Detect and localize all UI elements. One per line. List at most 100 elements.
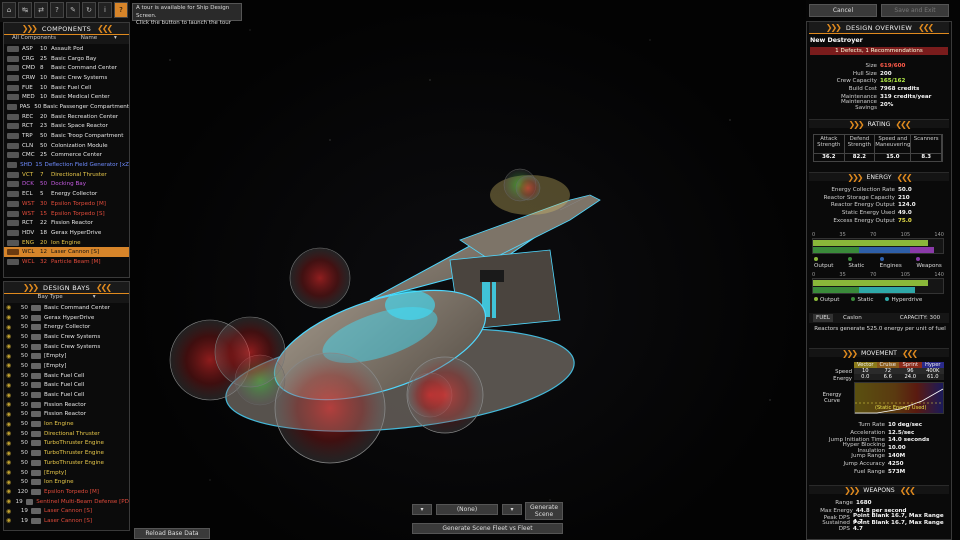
component-row[interactable]: VCT 7 Directional Thruster	[4, 170, 129, 180]
bay-type-filter[interactable]: Bay Type	[37, 294, 62, 303]
bay-row[interactable]: ◉ 50 [Empty]	[4, 361, 129, 371]
eye-icon[interactable]: ◉	[6, 382, 14, 389]
bay-row[interactable]: ◉ 50 Directional Thruster	[4, 429, 129, 439]
eye-icon[interactable]: ◉	[6, 343, 14, 350]
bay-row[interactable]: ◉ 19 Sentinel Multi-Beam Defense [PD	[4, 497, 129, 507]
eye-icon[interactable]: ◉	[6, 517, 14, 524]
bay-row[interactable]: ◉ 50 Ion Engine	[4, 419, 129, 429]
energy-curve-chart: (Static Energy Used)	[854, 382, 944, 414]
component-name: Basic Medical Center	[51, 94, 110, 101]
help-icon[interactable]: ?	[50, 2, 64, 18]
component-row[interactable]: ENG 20 Ion Engine	[4, 238, 129, 248]
component-row[interactable]: WCL 32 Particle Beam [M]	[4, 257, 129, 267]
arrows-alt-icon[interactable]: ⇄	[34, 2, 48, 18]
right-fleet-select[interactable]: ▾	[502, 504, 522, 515]
component-row[interactable]: CRW 10 Basic Crew Systems	[4, 73, 129, 83]
bay-row[interactable]: ◉ 50 Basic Command Center	[4, 303, 129, 313]
bay-row[interactable]: ◉ 50 Energy Collector	[4, 322, 129, 332]
bay-row[interactable]: ◉ 50 Basic Fuel Cell	[4, 381, 129, 391]
component-row[interactable]: REC 20 Basic Recreation Center	[4, 112, 129, 122]
reload-base-data-button[interactable]: Reload Base Data	[134, 528, 210, 539]
cancel-button[interactable]: Cancel	[809, 4, 877, 17]
component-row[interactable]: RCT 23 Basic Space Reactor	[4, 122, 129, 132]
bay-row[interactable]: ◉ 50 Gerax HyperDrive	[4, 313, 129, 323]
bay-row[interactable]: ◉ 50 Basic Fuel Cell	[4, 371, 129, 381]
ship-name[interactable]: New Destroyer	[810, 37, 863, 44]
scenario-select[interactable]: (None)	[436, 504, 498, 515]
bay-row[interactable]: ◉ 19 Laser Cannon [S]	[4, 506, 129, 516]
left-fleet-select[interactable]: ▾	[412, 504, 432, 515]
eye-icon[interactable]: ◉	[6, 401, 14, 408]
eye-icon[interactable]: ◉	[6, 450, 14, 457]
eye-icon[interactable]: ◉	[6, 304, 14, 311]
ship-icon[interactable]: ⌂	[2, 2, 16, 18]
eye-icon[interactable]: ◉	[6, 508, 14, 515]
question-icon[interactable]: ?	[114, 2, 128, 18]
component-row[interactable]: CRG 25 Basic Cargo Bay	[4, 54, 129, 64]
component-row[interactable]: ASP 10 Assault Pod	[4, 44, 129, 54]
tools-icon[interactable]: ✎	[66, 2, 80, 18]
eye-icon[interactable]: ◉	[6, 421, 14, 428]
eye-icon[interactable]: ◉	[6, 479, 14, 486]
eye-icon[interactable]: ◉	[6, 372, 14, 379]
eye-icon[interactable]: ◉	[6, 411, 14, 418]
component-row[interactable]: DCK 50 Docking Bay	[4, 180, 129, 190]
component-row[interactable]: WST 15 Epsilon Torpedo [S]	[4, 209, 129, 219]
info-icon[interactable]: i	[98, 2, 112, 18]
eye-icon[interactable]: ◉	[6, 469, 14, 476]
component-row[interactable]: WST 30 Epsilon Torpedo [M]	[4, 199, 129, 209]
generate-scene-button[interactable]: Generate Scene	[525, 502, 563, 520]
bay-row[interactable]: ◉ 50 Basic Crew Systems	[4, 332, 129, 342]
bay-row[interactable]: ◉ 50 Basic Fuel Cell	[4, 390, 129, 400]
bay-row[interactable]: ◉ 50 Basic Crew Systems	[4, 342, 129, 352]
component-row[interactable]: TRP 50 Basic Troop Compartment	[4, 131, 129, 141]
eye-icon[interactable]: ◉	[6, 362, 14, 369]
generate-fleet-button[interactable]: Generate Scene Fleet vs Fleet	[412, 523, 563, 534]
component-row[interactable]: HDV 18 Gerax HyperDrive	[4, 228, 129, 238]
component-row[interactable]: CMD 8 Basic Command Center	[4, 63, 129, 73]
legend-item: Engines	[879, 257, 905, 269]
component-name: Basic Recreation Center	[51, 113, 119, 120]
ship-3d-viewport[interactable]	[130, 0, 806, 540]
bay-row[interactable]: ◉ 50 TurboThruster Engine	[4, 458, 129, 468]
component-row[interactable]: ECL 5 Energy Collector	[4, 189, 129, 199]
components-filter[interactable]: All Components	[4, 35, 64, 44]
component-row[interactable]: CMC 25 Commerce Center	[4, 151, 129, 161]
eye-icon[interactable]: ◉	[6, 324, 14, 331]
bay-row[interactable]: ◉ 50 [Empty]	[4, 468, 129, 478]
chevron-down-icon[interactable]: ▾	[114, 35, 117, 44]
component-row[interactable]: WCL 12 Laser Cannon [S]	[4, 247, 129, 258]
component-row[interactable]: FUE 10 Basic Fuel Cell	[4, 83, 129, 93]
name-column-header[interactable]: Name	[64, 35, 114, 44]
eye-icon[interactable]: ◉	[6, 440, 14, 447]
eye-icon[interactable]: ◉	[6, 392, 14, 399]
eye-icon[interactable]: ◉	[6, 488, 14, 495]
bay-row[interactable]: ◉ 50 TurboThruster Engine	[4, 448, 129, 458]
eye-icon[interactable]: ◉	[6, 353, 14, 360]
eye-icon[interactable]: ◉	[6, 459, 14, 466]
component-row[interactable]: MED 10 Basic Medical Center	[4, 92, 129, 102]
refresh-icon[interactable]: ↻	[82, 2, 96, 18]
save-exit-button[interactable]: Save and Exit	[881, 4, 949, 17]
tour-text-line-1: A tour is available for Ship Design Scre…	[136, 5, 230, 19]
component-row[interactable]: RCT 22 Fission Reactor	[4, 218, 129, 228]
chevron-down-icon[interactable]: ▾	[93, 294, 96, 303]
bay-row[interactable]: ◉ 50 Fission Reactor	[4, 400, 129, 410]
component-row[interactable]: CLN 50 Colonization Module	[4, 141, 129, 151]
bay-row[interactable]: ◉ 120 Epsilon Torpedo [M]	[4, 487, 129, 497]
component-row[interactable]: SHD 15 Deflection Field Generator [xZ	[4, 160, 129, 170]
legend-label: Static	[848, 263, 865, 269]
eye-icon[interactable]: ◉	[6, 430, 14, 437]
movement-energy: 0.0	[854, 374, 877, 380]
bay-row[interactable]: ◉ 50 TurboThruster Engine	[4, 439, 129, 449]
component-row[interactable]: PAS 50 Basic Passenger Compartment	[4, 102, 129, 112]
bay-row[interactable]: ◉ 50 [Empty]	[4, 351, 129, 361]
bay-row[interactable]: ◉ 50 Fission Reactor	[4, 410, 129, 420]
defects-banner[interactable]: 1 Defects, 1 Recommendations	[810, 47, 948, 55]
component-code: CLN	[22, 142, 34, 149]
arrows-icon[interactable]: ↹	[18, 2, 32, 18]
bay-row[interactable]: ◉ 50 Ion Engine	[4, 477, 129, 487]
eye-icon[interactable]: ◉	[6, 333, 14, 340]
bay-row[interactable]: ◉ 19 Laser Cannon [S]	[4, 516, 129, 526]
eye-icon[interactable]: ◉	[6, 314, 14, 321]
